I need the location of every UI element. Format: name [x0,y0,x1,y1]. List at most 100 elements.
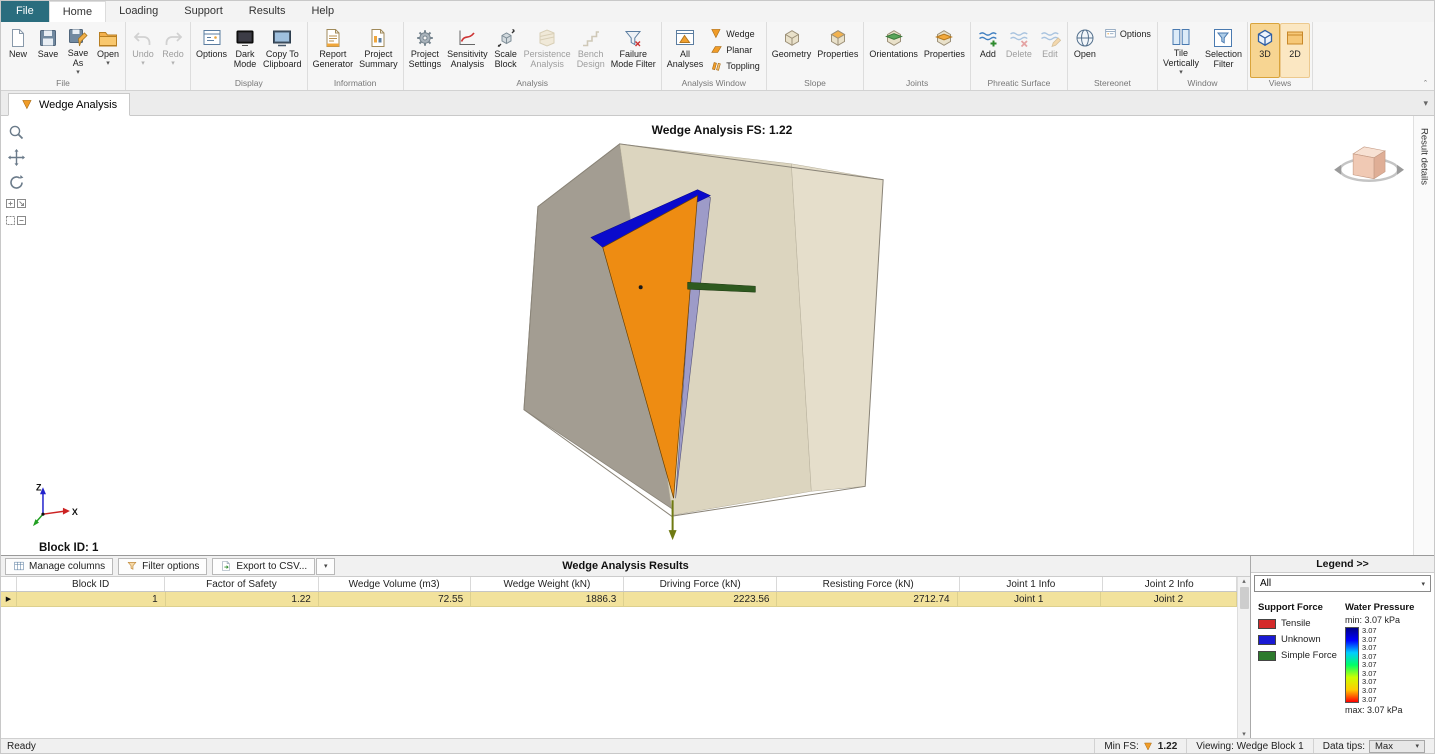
project-summary-icon [371,29,385,47]
filter-options-button[interactable]: Filter options [118,557,208,575]
ribbon-button-properties[interactable]: Properties [921,23,968,78]
ribbon-button-new[interactable]: New [3,23,33,78]
column-header-factor-of-safety[interactable]: Factor of Safety [165,577,319,591]
ribbon-button-copy-to-clipboard[interactable]: Copy To Clipboard [260,23,305,78]
legend-header[interactable]: Legend >> [1251,556,1434,573]
ribbon-button-options[interactable]: Options [193,23,230,78]
legend-body: Support Force Tensile Unknown Simple Force… [1251,594,1434,738]
cell-joint-1-info: Joint 1 [958,592,1101,606]
table-row[interactable]: ▶ 1 1.22 72.55 1886.3 2223.56 2712.74 Joint 1 Jo… [1,592,1237,607]
wedge-tab-icon [21,98,34,111]
zoom-in-icon[interactable] [17,199,26,208]
phreatic-edit-icon [1040,32,1061,48]
water-pressure-min: min: 3.07 kPa [1345,615,1401,625]
scroll-down-icon[interactable]: ▾ [1242,730,1246,738]
water-pressure-legend: Water Pressure min: 3.07 kPa 3.07 3.07 3.0… [1345,602,1431,736]
nav-cube[interactable] [1334,146,1405,182]
ribbon-button-2d[interactable]: 2D [1279,23,1310,78]
axis-triad: Z X [32,482,78,527]
menu-tab-home[interactable]: Home [48,1,107,22]
ribbon-button-project-settings[interactable]: Project Settings [406,23,445,78]
data-tips-dropdown[interactable]: Max ▾ [1369,739,1425,753]
column-header-driving-force-kn[interactable]: Driving Force (kN) [624,577,778,591]
status-data-tips: Data tips: Max ▾ [1312,739,1434,753]
legend-item-tensile: Tensile [1258,618,1340,629]
scroll-thumb[interactable] [1239,587,1249,609]
scroll-up-icon[interactable]: ▴ [1242,577,1246,585]
legend-swatch [1258,618,1276,629]
rotate-tool-icon[interactable] [8,174,25,191]
ribbon-button-add[interactable]: Add [973,23,1003,78]
phreatic-add-icon [978,32,997,47]
wedge-icon [22,100,32,110]
water-pressure-ticks: 3.07 3.07 3.07 3.07 3.07 3.07 3.07 3.07 3.07 [1362,627,1377,703]
ribbon-button-save[interactable]: Save [33,23,63,78]
menu-tab-help[interactable]: Help [298,1,347,22]
persistence-analysis-icon [539,29,555,47]
menu-tab-file[interactable]: File [1,1,49,22]
results-grid-body[interactable] [1,607,1250,738]
ribbon-button-properties[interactable]: Properties [814,23,861,78]
wedge-icon [1143,742,1152,751]
column-header-block-id[interactable]: Block ID [17,577,166,591]
column-header-joint-1-info[interactable]: Joint 1 Info [960,577,1103,591]
ribbon-button-failure-mode-filter[interactable]: Failure Mode Filter [608,23,659,78]
display-options-icon [203,30,221,45]
ribbon-button-selection-filter[interactable]: Selection Filter [1202,23,1245,78]
ribbon-button-dark-mode[interactable]: Dark Mode [230,23,260,78]
gradient-tick-label: 3.07 [1362,668,1377,678]
menu-tabs: File Home Loading Support Results Help [1,1,1434,22]
menu-tab-support[interactable]: Support [171,1,236,22]
ribbon-button-save-as[interactable]: Save As ▾ [63,23,93,78]
results-scrollbar[interactable]: ▴ ▾ [1237,577,1250,738]
zoom-extents-icon[interactable] [6,199,15,208]
ribbon-button-wedge[interactable]: Wedge [706,26,764,41]
undo-icon [133,32,151,45]
ribbon-button-project-summary[interactable]: Project Summary [356,23,401,78]
ribbon-button-geometry[interactable]: Geometry [769,23,815,78]
ribbon-group-analysis: Project Settings Sensitivity Analysis Scal… [404,22,662,90]
ribbon-button-scale-block[interactable]: Scale Block [491,23,521,78]
menu-tab-loading[interactable]: Loading [106,1,171,22]
tab-list-chevron-icon[interactable]: ▾ [1423,98,1428,109]
ribbon-button-sensitivity-analysis[interactable]: Sensitivity Analysis [444,23,491,78]
column-header-wedge-volume-m3[interactable]: Wedge Volume (m3) [319,577,471,591]
ribbon-button-options[interactable]: Options [1100,26,1155,41]
zoom-out-icon[interactable] [17,216,26,225]
cell-factor-of-safety: 1.22 [166,592,319,606]
zoom-window-icon[interactable] [6,216,15,225]
tab-wedge-analysis[interactable]: Wedge Analysis [8,93,131,116]
ribbon-button-orientations[interactable]: Orientations [866,23,921,78]
manage-columns-button[interactable]: Manage columns [5,557,114,575]
ribbon-group-information: Report Generator Project Summary Informati… [308,22,404,90]
ribbon-group-label: Slope [804,78,826,88]
result-details-tab[interactable]: Result details [1419,128,1430,185]
ribbon-button-3d[interactable]: 3D [1249,23,1280,78]
ribbon-collapse-icon[interactable]: ˆ [1424,79,1427,89]
menu-tab-results[interactable]: Results [236,1,299,22]
viewport-3d[interactable]: Z X Wedge Analysis FS: 1.22 Block ID: 1 [31,116,1413,555]
ribbon-button-all-analyses[interactable]: All Analyses [664,23,707,78]
result-details-rail: Result details [1413,116,1434,555]
document-tab-bar: Wedge Analysis ▾ [1,91,1434,116]
ribbon-button-open[interactable]: Open [1070,23,1100,78]
legend-filter-select[interactable]: All ▾ [1254,575,1431,592]
export-csv-button[interactable]: Export to CSV... [212,557,316,575]
export-dropdown-button[interactable]: ▾ [316,557,336,575]
column-header-wedge-weight-kn[interactable]: Wedge Weight (kN) [471,577,625,591]
column-header-resisting-force-kn[interactable]: Resisting Force (kN) [777,577,961,591]
phreatic-delete-icon [1009,32,1028,48]
ribbon-button-toppling[interactable]: Toppling [706,58,764,73]
ribbon-group-joints: Orientations Properties Joints [864,22,971,90]
ribbon-button-tile-vertically[interactable]: Tile Vertically ▾ [1160,23,1202,78]
zoom-tool-icon[interactable] [8,124,25,141]
pan-tool-icon[interactable] [7,149,25,166]
column-header-joint-2-info[interactable]: Joint 2 Info [1103,577,1237,591]
cell-wedge-volume-m3: 72.55 [319,592,472,606]
ribbon-button-planar[interactable]: Planar [706,42,764,57]
min-fs-value: 1.22 [1157,740,1178,752]
ribbon-button-open[interactable]: Open ▾ [93,23,123,78]
slope-properties-icon [830,30,846,46]
ribbon-button-report-generator[interactable]: Report Generator [310,23,357,78]
status-viewing: Viewing: Wedge Block 1 [1186,739,1312,753]
